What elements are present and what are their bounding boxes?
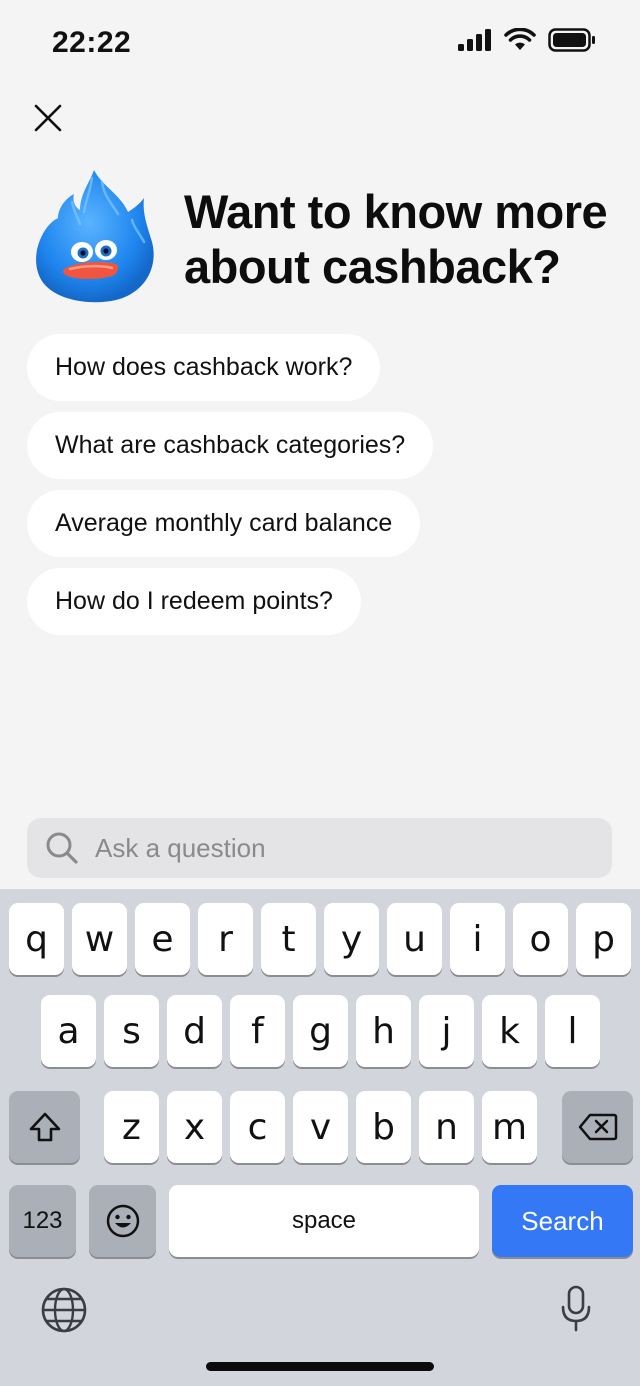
- mascot-image: [36, 170, 154, 303]
- status-time: 22:22: [52, 26, 132, 59]
- key-i[interactable]: i: [450, 903, 505, 975]
- key-y[interactable]: y: [324, 903, 379, 975]
- search-key[interactable]: Search: [492, 1185, 633, 1257]
- cellular-signal-icon: [458, 29, 491, 51]
- numbers-key[interactable]: 123: [9, 1185, 76, 1257]
- home-indicator: [206, 1362, 434, 1371]
- key-r[interactable]: r: [198, 903, 253, 975]
- battery-icon: [548, 28, 595, 52]
- page-title: Want to know more about cashback?: [184, 185, 608, 293]
- key-a[interactable]: a: [41, 995, 96, 1067]
- key-q[interactable]: q: [9, 903, 64, 975]
- globe-icon[interactable]: [40, 1286, 88, 1334]
- suggestion-chip[interactable]: Average monthly card balance: [27, 490, 421, 557]
- backspace-icon: [578, 1113, 617, 1141]
- space-key[interactable]: space: [169, 1185, 479, 1257]
- key-b[interactable]: b: [356, 1091, 411, 1163]
- suggestion-chip[interactable]: What are cashback categories?: [27, 412, 434, 479]
- emoji-key[interactable]: [89, 1185, 156, 1257]
- key-j[interactable]: j: [419, 995, 474, 1067]
- key-d[interactable]: d: [167, 995, 222, 1067]
- status-icons: [458, 28, 596, 52]
- suggestion-chip[interactable]: How do I redeem points?: [27, 568, 361, 635]
- key-m[interactable]: m: [482, 1091, 537, 1163]
- key-v[interactable]: v: [293, 1091, 348, 1163]
- close-icon: [34, 104, 62, 132]
- key-p[interactable]: p: [576, 903, 631, 975]
- key-o[interactable]: o: [513, 903, 568, 975]
- shift-key[interactable]: [9, 1091, 80, 1163]
- search-icon: [46, 832, 78, 864]
- key-h[interactable]: h: [356, 995, 411, 1067]
- backspace-key[interactable]: [562, 1091, 633, 1163]
- search-input[interactable]: [95, 818, 595, 878]
- keyboard: q w e r t y u i o p a s d f g h j k l z …: [0, 889, 640, 1386]
- wifi-icon: [504, 28, 536, 50]
- key-n[interactable]: n: [419, 1091, 474, 1163]
- close-button[interactable]: [28, 98, 68, 138]
- key-c[interactable]: c: [230, 1091, 285, 1163]
- shift-icon: [29, 1112, 60, 1142]
- key-t[interactable]: t: [261, 903, 316, 975]
- key-l[interactable]: l: [545, 995, 600, 1067]
- key-g[interactable]: g: [293, 995, 348, 1067]
- key-u[interactable]: u: [387, 903, 442, 975]
- key-z[interactable]: z: [104, 1091, 159, 1163]
- suggestion-list: How does cashback work? What are cashbac…: [27, 334, 434, 635]
- status-bar: 22:22: [0, 0, 640, 90]
- suggestion-chip[interactable]: How does cashback work?: [27, 334, 381, 401]
- key-x[interactable]: x: [167, 1091, 222, 1163]
- microphone-icon[interactable]: [560, 1285, 592, 1333]
- emoji-icon: [106, 1204, 139, 1238]
- search-bar[interactable]: [27, 818, 612, 878]
- key-e[interactable]: e: [135, 903, 190, 975]
- key-w[interactable]: w: [72, 903, 127, 975]
- key-s[interactable]: s: [104, 995, 159, 1067]
- key-k[interactable]: k: [482, 995, 537, 1067]
- key-f[interactable]: f: [230, 995, 285, 1067]
